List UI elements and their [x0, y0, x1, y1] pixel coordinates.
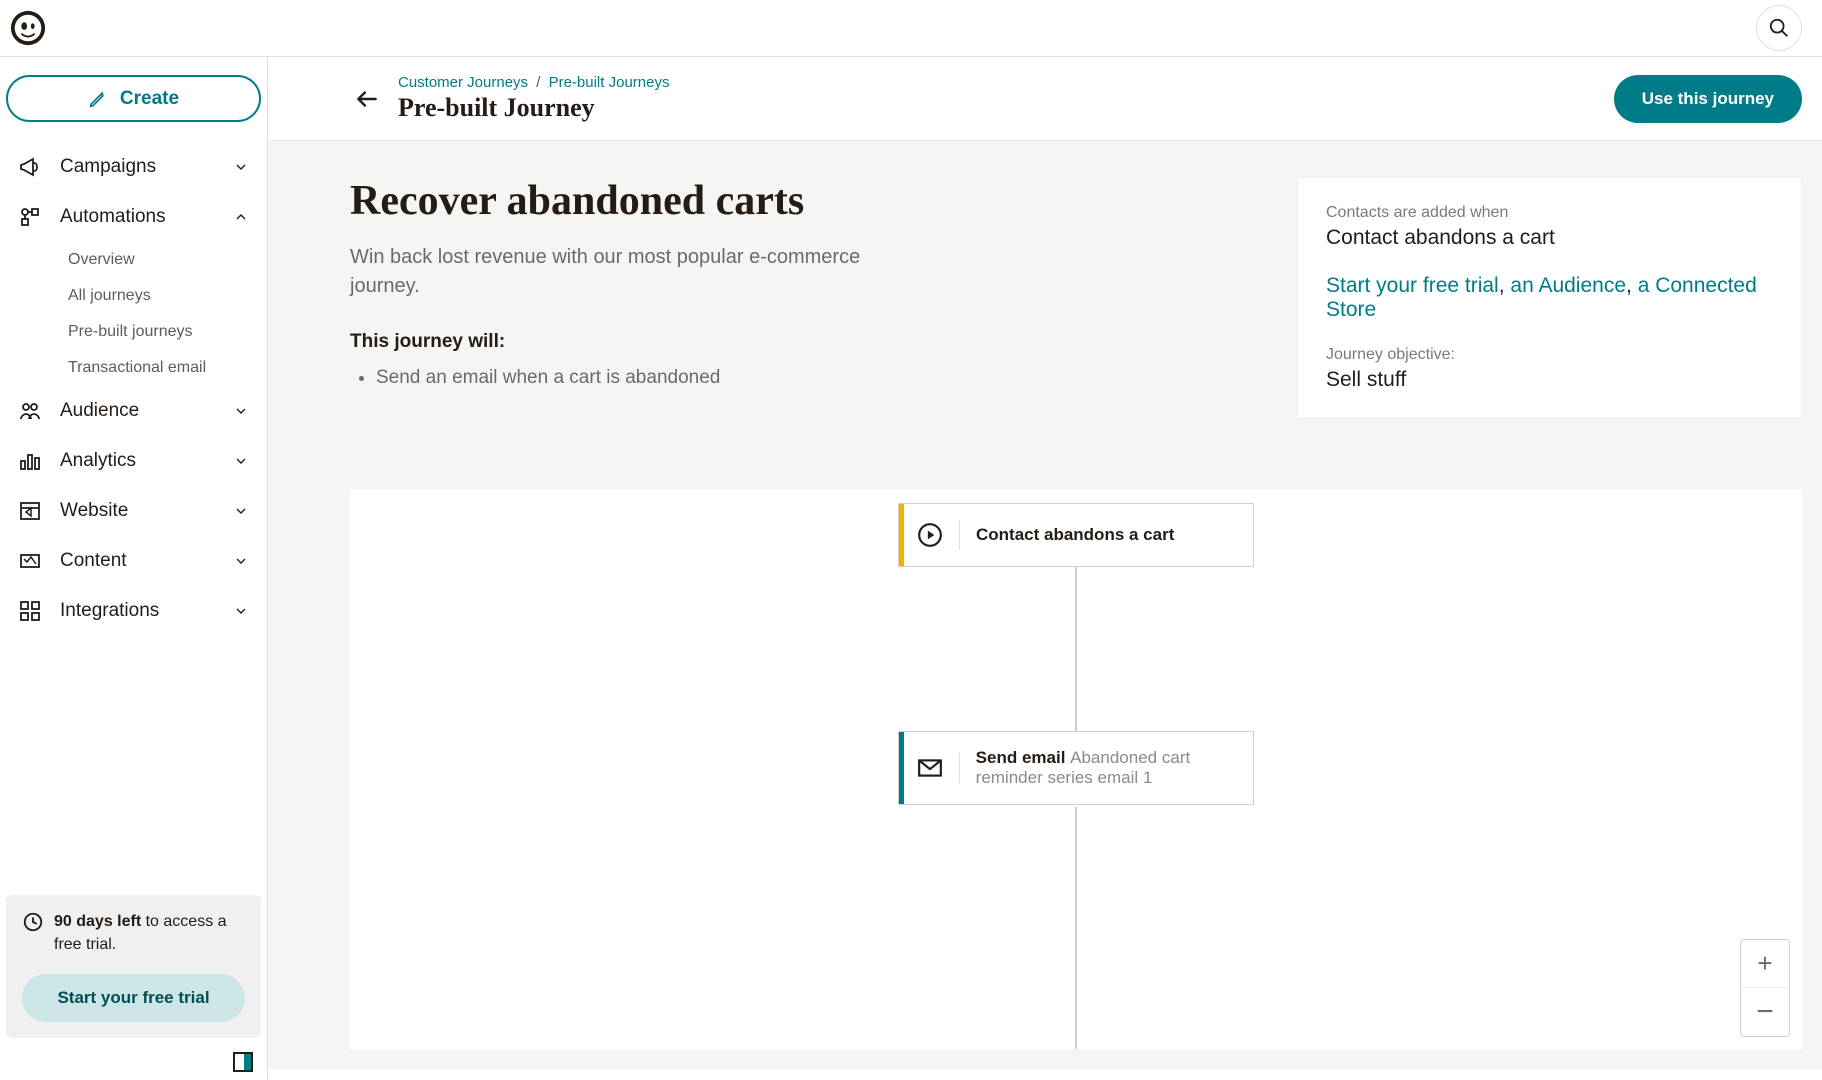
- nav-label: Automations: [60, 206, 166, 228]
- create-label: Create: [120, 88, 179, 110]
- contacts-added-label: Contacts are added when: [1326, 204, 1773, 222]
- objective-value: Sell stuff: [1326, 368, 1773, 392]
- nav-label: Audience: [60, 400, 139, 422]
- breadcrumb-customer-journeys[interactable]: Customer Journeys: [398, 74, 528, 91]
- content-icon: [18, 549, 42, 573]
- nav-label: Website: [60, 500, 128, 522]
- grid-icon: [18, 599, 42, 623]
- node-title: Contact abandons a cart: [976, 525, 1174, 545]
- nav-sub-prebuilt-journeys[interactable]: Pre-built journeys: [58, 314, 259, 350]
- search-button[interactable]: [1756, 5, 1802, 51]
- use-this-journey-button[interactable]: Use this journey: [1614, 75, 1802, 123]
- envelope-icon: [917, 755, 943, 781]
- nav-website[interactable]: Website: [8, 486, 259, 536]
- nav-sub-transactional-email[interactable]: Transactional email: [58, 350, 259, 386]
- nav-sub-overview[interactable]: Overview: [58, 242, 259, 278]
- megaphone-icon: [18, 155, 42, 179]
- journey-will-heading: This journey will:: [350, 331, 890, 353]
- nav-campaigns[interactable]: Campaigns: [8, 142, 259, 192]
- trial-text: 90 days left to access a free trial.: [54, 911, 245, 956]
- automations-icon: [18, 205, 42, 229]
- nav-integrations[interactable]: Integrations: [8, 586, 259, 636]
- connector-line: [1075, 807, 1077, 1049]
- pencil-icon: [88, 89, 108, 109]
- journey-will-item: Send an email when a cart is abandoned: [376, 367, 890, 389]
- contacts-added-value: Contact abandons a cart: [1326, 226, 1773, 250]
- nav-label: Content: [60, 550, 127, 572]
- journey-node-trigger[interactable]: Contact abandons a cart: [898, 503, 1254, 567]
- chevron-down-icon: [233, 603, 249, 619]
- link-start-free-trial[interactable]: Start your free trial: [1326, 274, 1499, 297]
- clock-icon: [22, 911, 44, 933]
- link-an-audience[interactable]: an Audience: [1510, 274, 1626, 297]
- node-text: Send email Abandoned cart reminder serie…: [976, 748, 1235, 788]
- chevron-down-icon: [233, 159, 249, 175]
- chevron-down-icon: [233, 403, 249, 419]
- nav-label: Campaigns: [60, 156, 156, 178]
- chevron-up-icon: [233, 209, 249, 225]
- create-button[interactable]: Create: [6, 75, 261, 122]
- journey-subtitle: Win back lost revenue with our most popu…: [350, 243, 890, 301]
- objective-label: Journey objective:: [1326, 346, 1773, 364]
- back-button[interactable]: [352, 84, 382, 114]
- chevron-down-icon: [233, 453, 249, 469]
- audience-icon: [18, 399, 42, 423]
- nav-label: Integrations: [60, 600, 159, 622]
- chevron-down-icon: [233, 553, 249, 569]
- page-header: Customer Journeys / Pre-built Journeys P…: [268, 57, 1822, 141]
- mailchimp-logo[interactable]: [8, 8, 48, 48]
- journey-title: Recover abandoned carts: [350, 177, 890, 225]
- zoom-in-button[interactable]: +: [1741, 940, 1789, 988]
- collapse-sidebar-icon[interactable]: [233, 1052, 253, 1072]
- breadcrumbs: Customer Journeys / Pre-built Journeys: [398, 74, 669, 91]
- chevron-down-icon: [233, 503, 249, 519]
- nav-sub-all-journeys[interactable]: All journeys: [58, 278, 259, 314]
- nav-label: Analytics: [60, 450, 136, 472]
- journey-node-action[interactable]: Send email Abandoned cart reminder serie…: [898, 731, 1254, 805]
- breadcrumb-prebuilt-journeys[interactable]: Pre-built Journeys: [549, 74, 670, 91]
- nav-analytics[interactable]: Analytics: [8, 436, 259, 486]
- page-title: Pre-built Journey: [398, 93, 669, 123]
- start-free-trial-button[interactable]: Start your free trial: [22, 974, 245, 1022]
- trial-box: 90 days left to access a free trial. Sta…: [6, 895, 261, 1038]
- journey-info-card: Contacts are added when Contact abandons…: [1297, 177, 1802, 419]
- requirements-links: Start your free trial, an Audience, a Co…: [1326, 274, 1773, 322]
- nav-content[interactable]: Content: [8, 536, 259, 586]
- zoom-out-button[interactable]: −: [1741, 988, 1789, 1036]
- bar-chart-icon: [18, 449, 42, 473]
- nav-audience[interactable]: Audience: [8, 386, 259, 436]
- search-icon: [1768, 17, 1790, 39]
- journey-canvas[interactable]: Contact abandons a cart Send email Aband…: [350, 489, 1802, 1049]
- nav-automations[interactable]: Automations: [8, 192, 259, 242]
- play-circle-icon: [917, 522, 943, 548]
- sidebar: Create Campaigns Automations Overview Al…: [0, 57, 268, 1080]
- zoom-controls: + −: [1740, 939, 1790, 1037]
- website-icon: [18, 499, 42, 523]
- connector-line: [1075, 564, 1077, 731]
- arrow-left-icon: [354, 86, 380, 112]
